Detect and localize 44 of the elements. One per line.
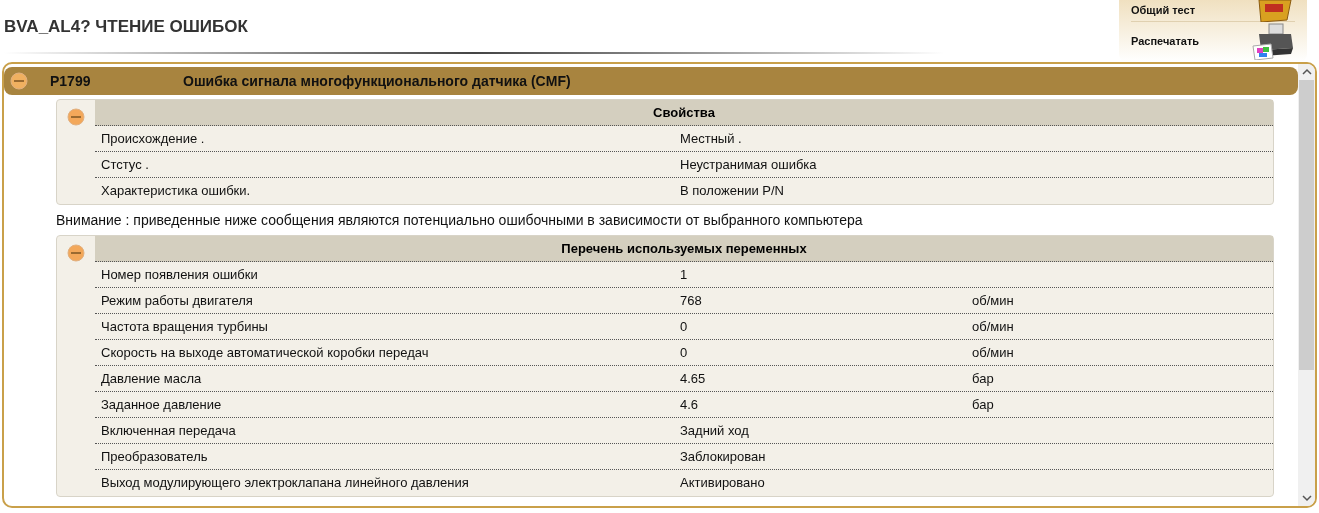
- collapse-icon[interactable]: [10, 72, 28, 90]
- row-label: Включенная передача: [100, 421, 237, 440]
- row-unit: бар: [972, 369, 994, 388]
- row-value: Неустранимая ошибка: [680, 155, 818, 174]
- panel-header: Перечень используемых переменных: [95, 236, 1273, 262]
- row-label: Характеристика ошибки.: [100, 182, 252, 201]
- row-value: 1: [680, 265, 689, 284]
- row-value: Местный .: [680, 129, 743, 148]
- row-value: 768: [680, 291, 703, 310]
- row-label: Происхождение .: [100, 129, 206, 148]
- row-label: Номер появления ошибки: [100, 265, 259, 284]
- fault-description: Ошибка сигнала многофункционального датчика (CMF): [183, 71, 571, 91]
- row-unit: об/мин: [972, 291, 1014, 310]
- row-label: Скорость на выходе автоматической коробки передач: [100, 343, 430, 362]
- row-unit: об/мин: [972, 343, 1014, 362]
- row-label: Выход модулирующего электроклапана линейного давления: [100, 474, 470, 493]
- collapse-icon[interactable]: [67, 244, 85, 262]
- page-title: BVA_AL4? ЧТЕНИЕ ОШИБОК: [4, 16, 249, 38]
- action-button[interactable]: Распечатать: [1131, 32, 1200, 50]
- row-value: Заблокирован: [680, 447, 767, 466]
- panel-header: Свойства: [95, 100, 1273, 126]
- printer-icon: [1251, 22, 1295, 60]
- row-unit: об/мин: [972, 317, 1014, 336]
- row-value: Задний ход: [680, 421, 750, 440]
- row-label: Частота вращения турбины: [100, 317, 269, 336]
- row-value: 0: [680, 317, 689, 336]
- row-value: Активировано: [680, 474, 766, 493]
- folder-icon: [1255, 0, 1295, 22]
- scrollbar[interactable]: [1298, 64, 1315, 506]
- warning-text: Внимание : приведенные ниже сообщения являются потенциально ошибочными в зависимости от выбранного компьютера: [56, 210, 864, 230]
- row-label: Давление масла: [100, 369, 203, 388]
- row-value: В положении P/N: [680, 182, 785, 201]
- row-label: Режим работы двигателя: [100, 291, 254, 310]
- scrollbar-thumb[interactable]: [1299, 80, 1314, 370]
- row-label: Преобразователь: [100, 447, 209, 466]
- collapse-icon[interactable]: [67, 108, 85, 126]
- row-unit: бар: [972, 395, 994, 414]
- row-value: 4.65: [680, 369, 707, 388]
- row-label: Стстус .: [100, 155, 150, 174]
- row-label: Заданное давление: [100, 395, 223, 414]
- row-value: 4.6: [680, 395, 700, 414]
- fault-code: P1799: [50, 71, 92, 91]
- row-value: 0: [680, 343, 689, 362]
- action-button[interactable]: Общий тест: [1131, 2, 1196, 19]
